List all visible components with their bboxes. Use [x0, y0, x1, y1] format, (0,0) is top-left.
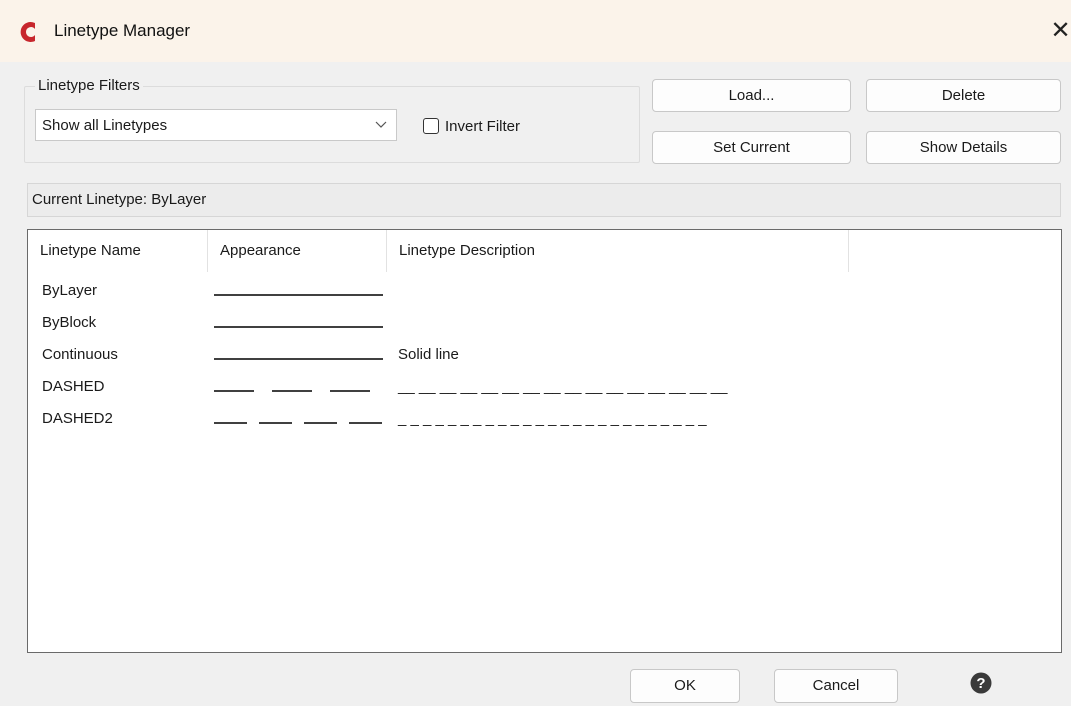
linetype-appearance-solid	[214, 358, 383, 360]
linetype-name-cell: Continuous	[42, 346, 118, 363]
column-header-appearance[interactable]: Appearance	[208, 230, 387, 272]
column-header-name[interactable]: Linetype Name	[28, 230, 208, 272]
svg-text:?: ?	[976, 675, 985, 692]
column-header-description[interactable]: Linetype Description	[387, 230, 849, 272]
close-button[interactable]: ✕	[1050, 14, 1071, 48]
invert-filter-checkbox[interactable]	[423, 118, 439, 134]
linetype-filters-legend: Linetype Filters	[35, 77, 143, 94]
linetype-appearance-dashed2	[214, 422, 383, 424]
invert-filter-label: Invert Filter	[445, 118, 521, 135]
title-bar: Linetype Manager ✕	[0, 0, 1071, 62]
linetype-filters-group: Linetype Filters Show all Linetypes Inve…	[24, 77, 640, 163]
ok-button[interactable]: OK	[630, 669, 740, 703]
table-row[interactable]: DASHED2 _ _ _ _ _ _ _ _ _ _ _ _ _ _ _ _ …	[28, 404, 1061, 436]
linetype-name-cell: DASHED	[42, 378, 105, 395]
load-button[interactable]: Load...	[652, 79, 851, 112]
linetype-appearance-dashed	[214, 390, 383, 392]
set-current-button[interactable]: Set Current	[652, 131, 851, 164]
table-row[interactable]: Continuous Solid line	[28, 340, 1061, 372]
app-logo-icon	[20, 22, 35, 42]
table-row[interactable]: ByLayer	[28, 276, 1061, 308]
linetype-description-cell: _ _ _ _ _ _ _ _ _ _ _ _ _ _ _ _ _ _ _ _ …	[398, 410, 707, 427]
linetype-name-cell: DASHED2	[42, 410, 113, 427]
delete-button[interactable]: Delete	[866, 79, 1061, 112]
show-details-button[interactable]: Show Details	[866, 131, 1061, 164]
linetype-description-cell: Solid line	[398, 346, 459, 363]
linetype-description-cell: __ __ __ __ __ __ __ __ __ __ __ __ __ _…	[398, 378, 728, 395]
table-row[interactable]: DASHED __ __ __ __ __ __ __ __ __ __ __ …	[28, 372, 1061, 404]
linetype-appearance-solid	[214, 294, 383, 296]
linetype-appearance-solid	[214, 326, 383, 328]
current-linetype-label: Current Linetype: ByLayer	[32, 191, 207, 208]
table-row[interactable]: ByBlock	[28, 308, 1061, 340]
linetype-list[interactable]: Linetype Name Appearance Linetype Descri…	[27, 229, 1062, 653]
cancel-button[interactable]: Cancel	[774, 669, 898, 703]
current-linetype-bar: Current Linetype: ByLayer	[27, 183, 1061, 217]
linetype-filter-select[interactable]: Show all Linetypes	[35, 109, 397, 141]
window-title: Linetype Manager	[54, 21, 191, 40]
linetype-name-cell: ByBlock	[42, 314, 97, 331]
close-icon: ✕	[1050, 17, 1071, 44]
question-circle-icon[interactable]: ?	[970, 672, 992, 694]
chevron-down-icon	[375, 121, 387, 128]
linetype-name-cell: ByLayer	[42, 282, 98, 299]
linetype-filter-value: Show all Linetypes	[42, 117, 168, 134]
